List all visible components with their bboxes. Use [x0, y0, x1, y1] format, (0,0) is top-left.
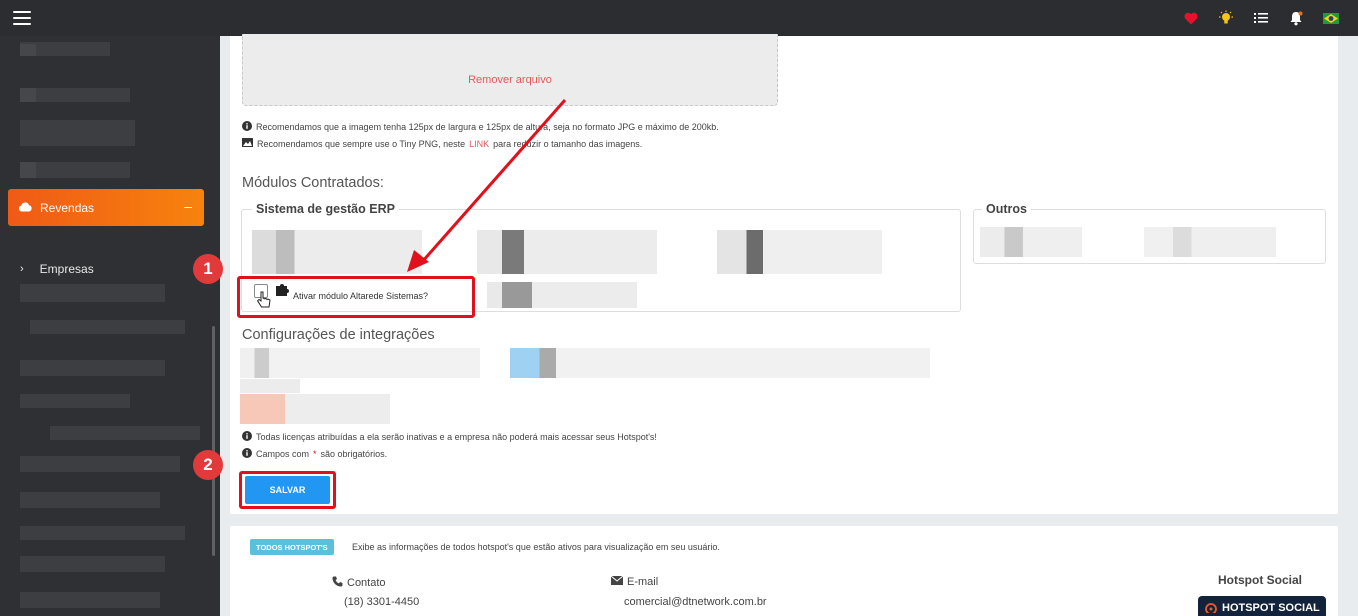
phone-icon	[332, 576, 343, 590]
contact-email: comercial@dtnetwork.com.br	[624, 596, 767, 608]
hotspots-description: Exibe as informações de todos hotspot's …	[352, 542, 720, 552]
contact-heading: Contato	[332, 576, 386, 590]
all-hotspots-tag[interactable]: TODOS HOTSPOT'S	[250, 539, 334, 555]
email-heading: E-mail	[610, 575, 658, 588]
envelope-icon	[610, 575, 624, 588]
hotspots-card: TODOS HOTSPOT'S Exibe as informações de …	[230, 526, 1338, 616]
hotspot-social-logo: HOTSPOT SOCIAL	[1198, 596, 1326, 616]
hotspot-social-title: Hotspot Social	[1218, 573, 1303, 587]
annotation-arrow	[407, 99, 567, 272]
contact-phone: (18) 3301-4450	[344, 596, 420, 608]
wifi-icon	[1204, 601, 1218, 616]
